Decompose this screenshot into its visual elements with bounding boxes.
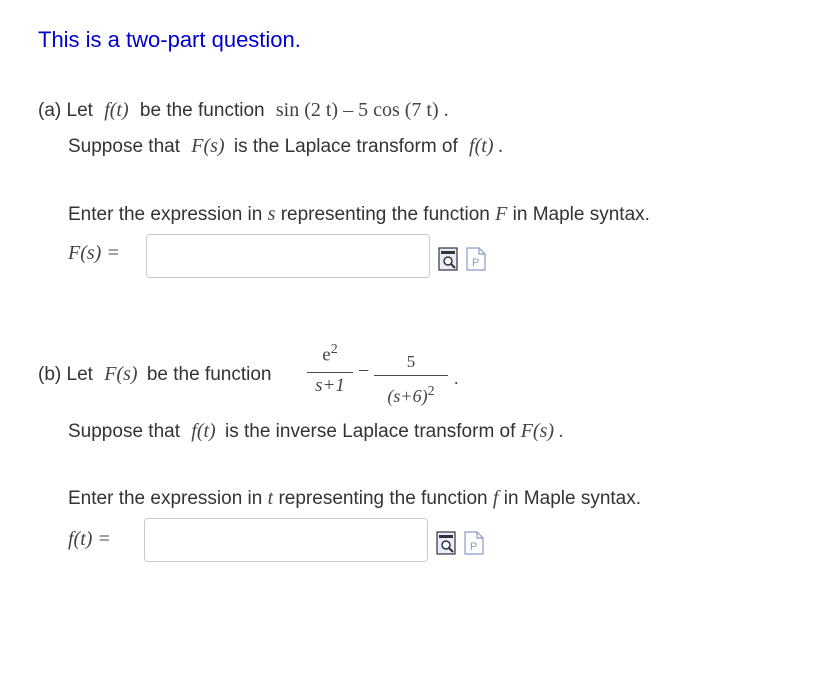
svg-text:P: P (472, 257, 479, 269)
part-a-representing: representing the function (280, 204, 490, 225)
frac1-num-base: e (322, 344, 331, 366)
frac2-den-exp: 2 (427, 384, 435, 399)
frac2-denominator: (s+6)2 (374, 384, 448, 407)
part-a-var-F: F (495, 203, 508, 225)
part-a-var-s: s (267, 203, 276, 225)
part-a-let: (a) Let (38, 100, 93, 121)
frac2-bar (374, 375, 448, 376)
part-b-enter-text: Enter the expression in (68, 488, 263, 509)
part-b-f-of-t: f(t) (191, 420, 216, 442)
frac2-numerator: 5 (406, 352, 416, 371)
part-a-expression: sin (2 t) – 5 cos (7 t) . (275, 99, 449, 121)
part-b-answer-label: f(t) = (68, 528, 111, 550)
preview-icon[interactable] (436, 531, 458, 555)
part-a-be-function: be the function (139, 100, 265, 121)
frac1-num-exp: 2 (330, 342, 338, 357)
part-b-F-of-s-end: F(s) . (520, 420, 565, 442)
part-a-F-of-s: F(s) (191, 135, 225, 157)
frac1-numerator: e2 (307, 342, 353, 366)
part-b-statement: (b) Let F(s) be the function (38, 363, 271, 386)
part-a-enter-text: Enter the expression in (68, 204, 263, 225)
part-a-answer-label: F(s) = (68, 242, 120, 264)
frac1-bar (307, 372, 353, 373)
svg-text:P: P (470, 541, 477, 553)
part-b-var-t: t (267, 487, 274, 509)
part-a-f-of-t-end: f(t) . (469, 135, 504, 157)
part-b-enter-instruction: Enter the expression in t representing t… (68, 487, 641, 510)
part-b-is-inverse: is the inverse Laplace transform of (224, 421, 516, 442)
part-a-suppose-text: Suppose that (68, 136, 180, 157)
part-b-suppose: Suppose that f(t) is the inverse Laplace… (68, 420, 564, 443)
part-b-F-of-s: F(s) (104, 363, 138, 385)
part-b-var-f: f (492, 487, 499, 509)
question-title: This is a two-part question. (38, 27, 301, 52)
part-b-answer-input[interactable] (144, 518, 428, 562)
part-a-suppose: Suppose that F(s) is the Laplace transfo… (68, 135, 503, 158)
part-a-maple: in Maple syntax. (512, 204, 650, 225)
maple-help-icon[interactable]: P (463, 531, 485, 555)
part-a-answer-input[interactable] (146, 234, 430, 278)
maple-help-icon[interactable]: P (465, 247, 487, 271)
part-b-let: (b) Let (38, 364, 93, 385)
preview-icon[interactable] (438, 247, 460, 271)
part-a-is-laplace: is the Laplace transform of (233, 136, 458, 157)
part-b-maple: in Maple syntax. (503, 488, 642, 509)
part-a-enter-instruction: Enter the expression in s representing t… (68, 203, 650, 226)
part-a-statement: (a) Let f(t) be the function sin (2 t) –… (38, 99, 449, 122)
frac1-denominator: s+1 (315, 375, 345, 396)
part-a-f-of-t: f(t) (104, 99, 129, 121)
part-b-suppose-text: Suppose that (68, 421, 180, 442)
part-b-period: . (454, 368, 459, 388)
frac2-den-base: (s+6) (387, 386, 428, 406)
minus-sign: − (358, 360, 370, 382)
part-b-be-function: be the function (146, 364, 272, 385)
part-b-representing: representing the function (278, 488, 488, 509)
